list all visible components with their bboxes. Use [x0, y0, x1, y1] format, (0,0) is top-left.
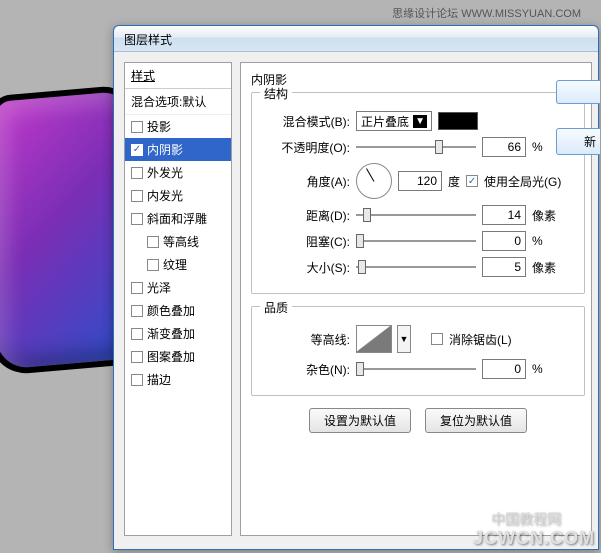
- choke-unit: %: [532, 234, 543, 248]
- style-label: 光泽: [147, 279, 171, 296]
- contour-picker[interactable]: [356, 325, 392, 353]
- default-buttons-row: 设置为默认值 复位为默认值: [251, 408, 585, 433]
- style-label: 纹理: [163, 256, 187, 273]
- style-label: 内阴影: [147, 141, 183, 158]
- choke-input[interactable]: [482, 231, 526, 251]
- angle-unit: 度: [448, 173, 460, 190]
- blend-mode-value: 正片叠底: [361, 113, 409, 130]
- antialias-checkbox[interactable]: [431, 333, 443, 345]
- distance-input[interactable]: [482, 205, 526, 225]
- distance-unit: 像素: [532, 207, 556, 224]
- panel-title: 内阴影: [251, 71, 585, 88]
- style-checkbox[interactable]: [147, 259, 159, 271]
- style-checkbox[interactable]: [131, 328, 143, 340]
- noise-unit: %: [532, 362, 543, 376]
- opacity-label: 不透明度(O):: [260, 139, 350, 156]
- style-checkbox[interactable]: [131, 351, 143, 363]
- opacity-unit: %: [532, 140, 543, 154]
- style-checkbox[interactable]: ✓: [131, 144, 143, 156]
- antialias-label: 消除锯齿(L): [449, 331, 512, 348]
- style-item-10[interactable]: 图案叠加: [125, 345, 231, 368]
- structure-legend: 结构: [260, 85, 292, 102]
- style-label: 渐变叠加: [147, 325, 195, 342]
- side-button-top[interactable]: [556, 80, 600, 104]
- style-item-4[interactable]: 斜面和浮雕: [125, 207, 231, 230]
- style-label: 外发光: [147, 164, 183, 181]
- quality-legend: 品质: [260, 299, 292, 316]
- style-label: 颜色叠加: [147, 302, 195, 319]
- dialog-title-bar[interactable]: 图层样式: [114, 26, 598, 52]
- top-credit: 思缘设计论坛 WWW.MISSYUAN.COM: [0, 5, 581, 21]
- chevron-down-icon: ▼: [413, 115, 427, 128]
- blend-mode-dropdown[interactable]: 正片叠底 ▼: [356, 111, 432, 131]
- style-label: 投影: [147, 118, 171, 135]
- style-label: 斜面和浮雕: [147, 210, 207, 227]
- style-checkbox[interactable]: [131, 305, 143, 317]
- angle-dial[interactable]: [356, 163, 392, 199]
- distance-label: 距离(D):: [260, 207, 350, 224]
- noise-label: 杂色(N):: [260, 361, 350, 378]
- settings-panel: 内阴影 结构 混合模式(B): 正片叠底 ▼ 不透明度(O):: [240, 62, 592, 536]
- styles-list: 样式 混合选项:默认 投影 ✓ 内阴影外发光内发光斜面和浮雕等高线纹理光泽颜色叠加渐…: [124, 62, 232, 536]
- styles-header[interactable]: 样式: [125, 63, 231, 89]
- style-checkbox[interactable]: [131, 213, 143, 225]
- style-label: 图案叠加: [147, 348, 195, 365]
- style-item-7[interactable]: 光泽: [125, 276, 231, 299]
- blend-mode-label: 混合模式(B):: [260, 113, 350, 130]
- size-input[interactable]: [482, 257, 526, 277]
- contour-dropdown-icon[interactable]: ▼: [397, 325, 411, 353]
- distance-slider[interactable]: [356, 207, 476, 223]
- style-label: 等高线: [163, 233, 199, 250]
- side-buttons: 新: [556, 80, 600, 155]
- style-checkbox[interactable]: [131, 282, 143, 294]
- choke-label: 阻塞(C):: [260, 233, 350, 250]
- style-label: 内发光: [147, 187, 183, 204]
- dialog-body: 样式 混合选项:默认 投影 ✓ 内阴影外发光内发光斜面和浮雕等高线纹理光泽颜色叠加渐…: [114, 52, 598, 546]
- blend-options-default[interactable]: 混合选项:默认: [125, 89, 231, 115]
- angle-label: 角度(A):: [260, 173, 350, 190]
- global-light-checkbox[interactable]: ✓: [466, 175, 478, 187]
- opacity-slider[interactable]: [356, 139, 476, 155]
- style-checkbox[interactable]: [131, 121, 143, 133]
- contour-label: 等高线:: [260, 331, 350, 348]
- style-item-6[interactable]: 纹理: [125, 253, 231, 276]
- style-label: 描边: [147, 371, 171, 388]
- style-checkbox[interactable]: [131, 374, 143, 386]
- size-slider[interactable]: [356, 259, 476, 275]
- style-item-11[interactable]: 描边: [125, 368, 231, 391]
- style-item-8[interactable]: 颜色叠加: [125, 299, 231, 322]
- quality-fieldset: 品质 等高线: ▼ 消除锯齿(L) 杂色(N): %: [251, 306, 585, 396]
- style-item-9[interactable]: 渐变叠加: [125, 322, 231, 345]
- layer-style-dialog: 图层样式 样式 混合选项:默认 投影 ✓ 内阴影外发光内发光斜面和浮雕等高线纹理光泽…: [113, 25, 599, 550]
- watermark-cn: 中国教程网: [491, 509, 561, 529]
- noise-input[interactable]: [482, 359, 526, 379]
- style-item-5[interactable]: 等高线: [125, 230, 231, 253]
- noise-slider[interactable]: [356, 361, 476, 377]
- structure-fieldset: 结构 混合模式(B): 正片叠底 ▼ 不透明度(O):: [251, 92, 585, 294]
- style-item-0[interactable]: 投影: [125, 115, 231, 138]
- opacity-input[interactable]: [482, 137, 526, 157]
- choke-slider[interactable]: [356, 233, 476, 249]
- style-item-1[interactable]: ✓ 内阴影: [125, 138, 231, 161]
- style-checkbox[interactable]: [131, 190, 143, 202]
- shadow-color-swatch[interactable]: [438, 112, 478, 130]
- watermark: JCWCN.COM: [473, 528, 595, 549]
- style-checkbox[interactable]: [147, 236, 159, 248]
- size-label: 大小(S):: [260, 259, 350, 276]
- reset-default-button[interactable]: 复位为默认值: [425, 408, 527, 433]
- new-style-button[interactable]: 新: [556, 128, 600, 155]
- style-item-3[interactable]: 内发光: [125, 184, 231, 207]
- style-item-2[interactable]: 外发光: [125, 161, 231, 184]
- style-checkbox[interactable]: [131, 167, 143, 179]
- size-unit: 像素: [532, 259, 556, 276]
- angle-input[interactable]: [398, 171, 442, 191]
- set-default-button[interactable]: 设置为默认值: [309, 408, 411, 433]
- global-light-label: 使用全局光(G): [484, 173, 561, 190]
